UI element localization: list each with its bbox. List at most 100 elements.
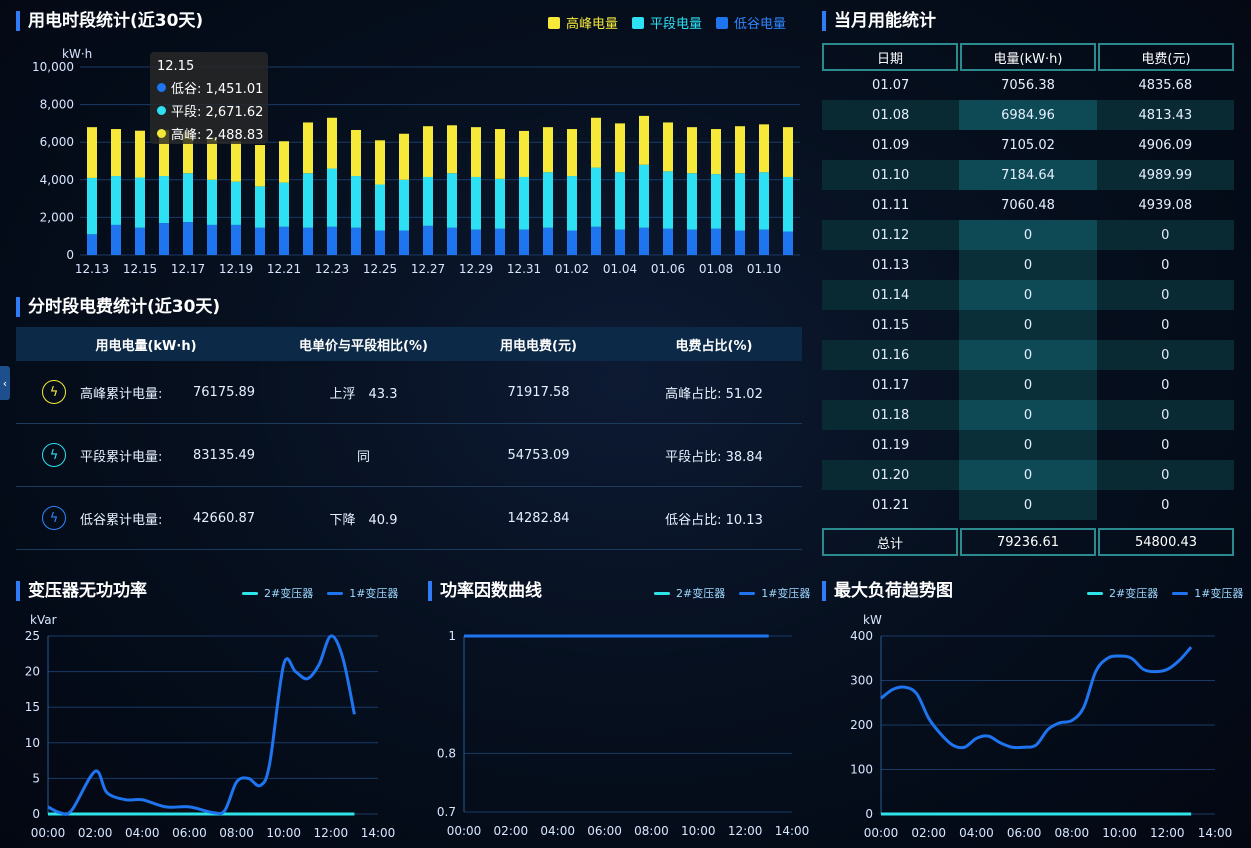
legend-peak[interactable]: 高峰电量: [548, 13, 618, 32]
bar-valley: [279, 226, 289, 255]
x-tick-label: 08:00: [634, 824, 669, 838]
bar-valley: [207, 224, 217, 255]
bar-peak: [735, 126, 745, 174]
month-cell-usage: 7056.38: [1001, 77, 1055, 93]
fee-header-usage: 用电电量(kW·h): [95, 338, 197, 354]
month-cell-usage: 6984.96: [959, 100, 1097, 130]
bar-flat: [639, 164, 649, 228]
month-cell-usage: 7105.02: [1001, 137, 1055, 153]
bar-valley: [447, 227, 457, 255]
month-cell-fee: 0: [1161, 317, 1170, 333]
bar-peak: [519, 130, 529, 177]
month-cell-fee: 0: [1161, 287, 1170, 303]
bar-valley: [327, 226, 337, 255]
month-table-row: 01.18 0 0: [822, 400, 1234, 430]
x-tick-label: 10:00: [1102, 826, 1137, 840]
month-header-date: 日期: [822, 43, 958, 71]
bar-peak: [375, 140, 385, 185]
bar-peak: [135, 130, 145, 178]
x-tick-label: 12.31: [507, 262, 541, 276]
bar-flat: [687, 173, 697, 230]
bar-valley: [687, 229, 697, 255]
bar-peak: [567, 129, 577, 177]
reactive-power-chart[interactable]: kVar 25 20 15 10 5 0 00:00 02:00 04:00 06:00 08:00 1…: [0, 605, 410, 848]
x-tick-label: 12.25: [363, 262, 397, 276]
month-cell-date: 01.08: [872, 107, 910, 123]
x-tick-label: 14:00: [1198, 826, 1233, 840]
bar-valley: [231, 224, 241, 255]
collapse-sidebar-button[interactable]: ‹: [0, 366, 10, 400]
bar-valley: [543, 227, 553, 255]
bar-valley: [663, 228, 673, 255]
y-tick-label: 1: [448, 629, 456, 643]
bar-valley: [135, 227, 145, 255]
month-table-row: 01.17 0 0: [822, 370, 1234, 400]
month-cell-date: 01.10: [872, 167, 910, 183]
bar-flat: [735, 173, 745, 231]
month-cell-date: 01.15: [872, 317, 910, 333]
month-cell-usage: 7184.64: [959, 160, 1097, 190]
x-tick-label: 01.06: [651, 262, 685, 276]
month-table-row: 01.15 0 0: [822, 310, 1234, 340]
y-tick-label: 8,000: [40, 98, 74, 112]
fee-header-ratio: 电费占比(%): [675, 338, 753, 354]
lightning-valley-icon: ϟ: [42, 506, 66, 530]
power-factor-chart[interactable]: 1 0.8 0.7 00:00 02:00 04:00 06:00 08:00 10:00 12:…: [412, 605, 822, 848]
month-table-row: 01.07 7056.38 4835.68: [822, 70, 1234, 100]
bar-flat: [423, 176, 433, 226]
bar-valley: [639, 227, 649, 255]
x-tick-label: 12.13: [75, 262, 109, 276]
bar-peak: [543, 127, 553, 173]
x-tick-label: 02:00: [911, 826, 946, 840]
power-factor-legend: 2#变压器 1#变压器: [654, 585, 810, 601]
reactive-power-title: 变压器无功功率: [16, 581, 147, 601]
y-tick-label: 25: [25, 629, 40, 643]
month-footer-label: 总计: [822, 528, 958, 556]
bar-flat: [519, 176, 529, 230]
bar-flat: [255, 186, 265, 228]
max-load-chart[interactable]: kW 400 300 200 100 0 00:00 02:00 04:00 06:00 08:00…: [822, 605, 1251, 848]
month-cell-date: 01.19: [872, 437, 910, 453]
month-table-row: 01.11 7060.48 4939.08: [822, 190, 1234, 220]
bar-valley: [375, 230, 385, 255]
y-tick-label: 300: [850, 674, 873, 688]
bar-peak: [639, 115, 649, 165]
legend-valley[interactable]: 低谷电量: [716, 13, 786, 32]
x-tick-label: 10:00: [681, 824, 716, 838]
bar-valley: [423, 225, 433, 255]
month-table-row: 01.21 0 0: [822, 490, 1234, 520]
bar-valley: [759, 229, 769, 255]
bar-flat: [231, 181, 241, 225]
month-table-row: 01.08 6984.96 4813.43: [822, 100, 1234, 130]
tooltip-flat: 平段: 2,671.62: [171, 105, 264, 120]
x-tick-label: 00:00: [31, 826, 66, 840]
x-tick-label: 00:00: [447, 824, 482, 838]
bar-valley: [567, 230, 577, 255]
month-cell-date: 01.12: [872, 227, 910, 243]
x-tick-label: 12:00: [1150, 826, 1185, 840]
month-table-body[interactable]: 01.07 7056.38 4835.68 01.08 6984.96 4813.43 01…: [822, 70, 1234, 520]
bar-flat: [351, 176, 361, 228]
bar-peak: [231, 141, 241, 182]
bar-flat: [591, 167, 601, 227]
x-tick-label: 08:00: [219, 826, 254, 840]
bar-flat: [543, 172, 553, 228]
bar-peak: [447, 125, 457, 174]
bar-peak: [423, 126, 433, 177]
x-tick-label: 04:00: [540, 824, 575, 838]
month-cell-fee: 4906.09: [1138, 137, 1193, 153]
bar-flat: [87, 177, 97, 235]
legend-flat[interactable]: 平段电量: [632, 13, 702, 32]
month-cell-usage: 0: [959, 400, 1097, 430]
usage-bar-chart[interactable]: kW·h10,000 8,000 6,000 4,000 2,000 012.13 12.1…: [0, 40, 810, 280]
x-tick-label: 12.23: [315, 262, 349, 276]
bar-flat: [159, 176, 169, 224]
month-cell-fee: 0: [1161, 377, 1170, 393]
x-tick-label: 14:00: [361, 826, 396, 840]
y-tick-label: 200: [850, 718, 873, 732]
x-tick-label: 06:00: [587, 824, 622, 838]
y-axis-unit: kW: [863, 613, 882, 627]
bar-flat: [567, 176, 577, 231]
bar-peak: [783, 127, 793, 177]
month-cell-fee: 0: [1161, 407, 1170, 423]
